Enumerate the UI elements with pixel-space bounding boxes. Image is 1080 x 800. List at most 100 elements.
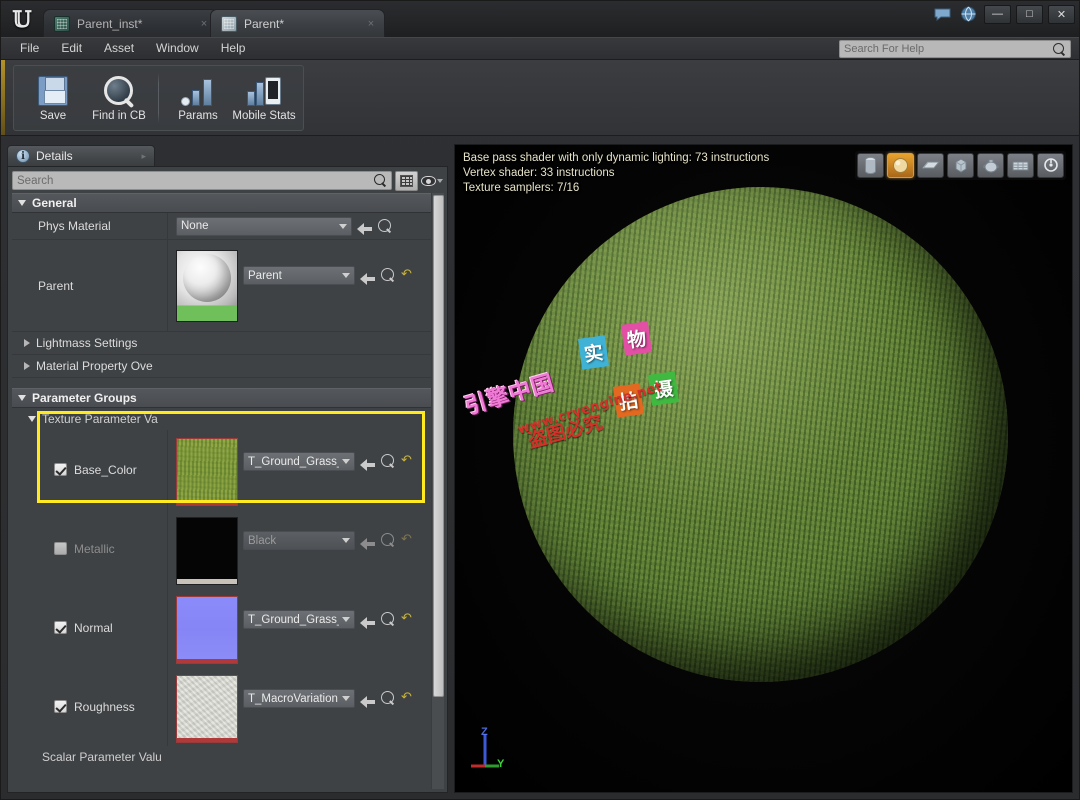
maximize-button[interactable]: □ [1016, 5, 1043, 24]
reset-to-default-icon[interactable]: ↶ [401, 612, 415, 627]
search-input[interactable] [17, 175, 374, 187]
subgroup-label: Texture Parameter Va [42, 412, 158, 426]
chevron-down-icon [342, 459, 350, 464]
find-in-cb-button[interactable]: Find in CB [86, 69, 152, 129]
menu-help[interactable]: Help [210, 38, 257, 59]
row-lightmass-settings[interactable]: Lightmass Settings [12, 332, 431, 355]
search-input-wrapper[interactable] [12, 171, 392, 190]
combo-value: None [181, 220, 336, 232]
find-in-content-browser-icon [103, 73, 135, 109]
properties-scroll-area: General Phys Material None [12, 193, 445, 789]
globe-icon[interactable] [957, 3, 979, 25]
metallic-combo[interactable]: Black [243, 531, 355, 550]
use-selected-asset-icon[interactable] [360, 454, 376, 470]
row-label: Normal [74, 621, 113, 635]
grid-view-button[interactable] [395, 171, 418, 191]
preview-cube-button[interactable] [947, 153, 974, 178]
base-color-checkbox[interactable] [54, 463, 67, 476]
category-label: General [32, 196, 77, 210]
triangle-right-icon [24, 339, 30, 347]
metallic-checkbox[interactable] [54, 542, 67, 555]
use-selected-asset-icon[interactable] [360, 533, 376, 549]
use-selected-asset-icon[interactable] [360, 691, 376, 707]
toolbar-button-group: Save Find in CB Params [13, 65, 304, 131]
normal-checkbox[interactable] [54, 621, 67, 634]
mobile-stats-button[interactable]: Mobile Stats [231, 69, 297, 129]
menu-edit[interactable]: Edit [50, 38, 93, 59]
preview-grid-button[interactable] [1007, 153, 1034, 178]
help-search-input[interactable] [844, 43, 1053, 55]
details-panel: i Details ▸ [7, 144, 448, 793]
viewport-3d-scene[interactable]: 实 物 拍 摄 引擎中国 www.cryengine.net 盗图必究 Base… [455, 145, 1072, 792]
preview-cylinder-button[interactable] [857, 153, 884, 178]
toolbar-accent-strip [1, 60, 5, 135]
tab-close-icon[interactable]: × [364, 17, 378, 31]
phys-material-combo[interactable]: None [176, 217, 352, 236]
triangle-right-icon [24, 362, 30, 370]
preview-settings-button[interactable] [1037, 153, 1064, 178]
subgroup-texture-parameter-values[interactable]: Texture Parameter Va [12, 408, 431, 430]
roughness-combo[interactable]: T_MacroVariation [243, 689, 355, 708]
close-button[interactable]: ✕ [1048, 5, 1075, 24]
browse-to-asset-icon[interactable] [381, 454, 396, 469]
grass-diffuse-thumbnail[interactable] [176, 438, 238, 506]
roughness-checkbox[interactable] [54, 700, 67, 713]
macrovariation-thumbnail[interactable] [176, 675, 238, 743]
triangle-down-icon [28, 416, 36, 422]
unreal-logo-icon[interactable]: 𝕌 [1, 3, 43, 37]
category-parameter-groups[interactable]: Parameter Groups [12, 388, 431, 408]
feedback-icon[interactable] [931, 3, 953, 25]
browse-to-asset-icon[interactable] [381, 691, 396, 706]
row-label: Phys Material [12, 213, 168, 239]
params-button-label: Params [178, 110, 218, 122]
params-button[interactable]: Params [165, 69, 231, 129]
parent-combo[interactable]: Parent [243, 266, 355, 285]
use-selected-asset-icon[interactable] [360, 612, 376, 628]
reset-to-default-icon[interactable]: ↶ [401, 454, 415, 469]
details-body: General Phys Material None [7, 166, 448, 793]
mobile-stats-label: Mobile Stats [232, 110, 295, 122]
main-toolbar: Save Find in CB Params [1, 60, 1079, 136]
properties-list: General Phys Material None [12, 193, 431, 789]
visibility-button[interactable] [421, 171, 443, 191]
row-label-area: Roughness [12, 667, 168, 746]
base-color-combo[interactable]: T_Ground_Grass_D [243, 452, 355, 471]
browse-to-asset-icon[interactable] [381, 533, 396, 548]
row-label: Parent [12, 240, 168, 331]
minimize-button[interactable]: — [984, 5, 1011, 24]
reset-to-default-icon[interactable]: ↶ [401, 691, 415, 706]
save-button[interactable]: Save [20, 69, 86, 129]
black-texture-thumbnail[interactable] [176, 517, 238, 585]
combo-value: Parent [248, 270, 339, 282]
preview-sphere-button[interactable] [887, 153, 914, 178]
preview-plane-button[interactable] [917, 153, 944, 178]
menu-file[interactable]: File [9, 38, 50, 59]
preview-teapot-button[interactable] [977, 153, 1004, 178]
tab-close-icon[interactable]: × [197, 17, 211, 31]
menu-asset[interactable]: Asset [93, 38, 145, 59]
reset-to-default-icon[interactable]: ↶ [401, 268, 415, 283]
normal-combo[interactable]: T_Ground_Grass_N [243, 610, 355, 629]
browse-to-asset-icon[interactable] [381, 268, 396, 283]
reset-to-default-icon[interactable]: ↶ [401, 533, 415, 548]
browse-to-asset-icon[interactable] [378, 219, 393, 234]
browse-to-asset-icon[interactable] [381, 612, 396, 627]
subgroup-scalar-parameter-values[interactable]: Scalar Parameter Valu [12, 746, 431, 768]
category-general[interactable]: General [12, 193, 431, 213]
eye-icon [421, 176, 436, 186]
use-selected-asset-icon[interactable] [360, 268, 376, 284]
details-scrollbar[interactable] [431, 193, 444, 789]
help-search-box[interactable] [839, 40, 1071, 58]
use-selected-asset-icon[interactable] [357, 218, 373, 234]
tab-details[interactable]: i Details ▸ [7, 145, 155, 166]
row-material-property-overrides[interactable]: Material Property Ove [12, 355, 431, 378]
material-preview-viewport[interactable]: 实 物 拍 摄 引擎中国 www.cryengine.net 盗图必究 Base… [454, 144, 1073, 793]
grass-normal-thumbnail[interactable] [176, 596, 238, 664]
title-bar: 𝕌 Parent_inst* × Parent* × — □ ✕ [1, 1, 1079, 37]
parent-material-sphere-thumbnail[interactable] [176, 250, 238, 322]
menu-window[interactable]: Window [145, 38, 210, 59]
main-content-area: i Details ▸ [1, 138, 1079, 799]
details-scrollbar-thumb[interactable] [433, 195, 444, 697]
tab-parent-inst[interactable]: Parent_inst* × [43, 9, 218, 37]
tab-parent[interactable]: Parent* × [210, 9, 385, 37]
